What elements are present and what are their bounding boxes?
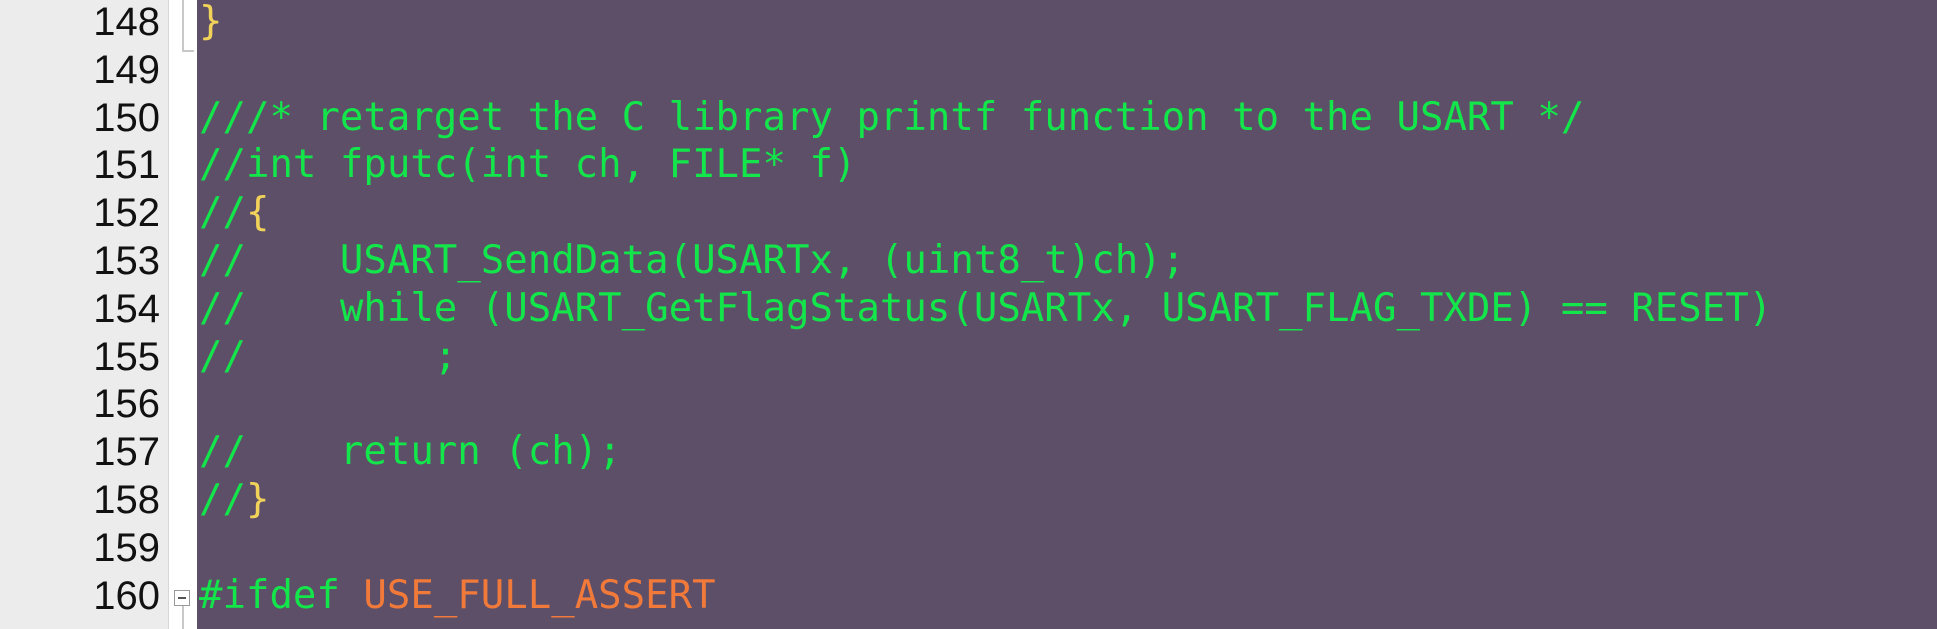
line-number: 157 — [93, 430, 160, 475]
code-line[interactable]: #ifdef USE_FULL_ASSERT — [199, 572, 716, 620]
code-line[interactable]: // return (ch); — [199, 428, 622, 476]
line-number: 154 — [93, 286, 160, 331]
code-line[interactable]: // ; — [199, 333, 457, 381]
code-line[interactable]: } — [199, 0, 222, 46]
code-line[interactable]: ///* retarget the C library printf funct… — [199, 94, 1584, 142]
fold-guide-line — [182, 606, 184, 629]
fold-collapse-icon[interactable] — [174, 590, 190, 606]
comment-token: // USART_SendData(USARTx, (uint8_t)ch); — [199, 238, 1186, 283]
line-number: 156 — [93, 382, 160, 427]
line-number: 151 — [93, 143, 160, 188]
fold-guide-line — [182, 0, 184, 50]
brace-token: { — [245, 190, 270, 236]
fold-end-marker — [182, 50, 194, 52]
code-line[interactable]: //{ — [199, 189, 269, 237]
comment-token: //int fputc(int ch, FILE* f) — [199, 142, 857, 188]
comment-token: // ; — [199, 333, 458, 379]
fold-margin — [169, 0, 197, 629]
line-number: 153 — [93, 239, 160, 283]
line-number: 150 — [93, 95, 160, 140]
brace-token: } — [199, 0, 223, 44]
line-number: 155 — [93, 334, 160, 379]
code-line[interactable]: // while (USART_GetFlagStatus(USARTx, US… — [199, 285, 1772, 333]
brace-token: } — [245, 477, 270, 522]
line-number: 149 — [93, 47, 160, 92]
comment-token: // — [199, 190, 246, 236]
comment-token: ///* retarget the C library printf funct… — [199, 94, 1585, 140]
line-number: 158 — [93, 478, 160, 522]
comment-token: #ifdef — [199, 572, 364, 618]
comment-token: // — [199, 477, 246, 522]
code-line[interactable]: //} — [199, 476, 269, 524]
line-number: 152 — [93, 191, 160, 236]
comment-token: // while (USART_GetFlagStatus(USARTx, US… — [199, 285, 1773, 331]
line-number: 148 — [93, 0, 160, 44]
code-text-area[interactable]: } ///* retarget the C library printf func… — [197, 0, 1937, 629]
comment-token: // return (ch); — [199, 429, 622, 475]
line-number: 159 — [93, 525, 160, 570]
code-line[interactable]: // USART_SendData(USARTx, (uint8_t)ch); — [199, 237, 1185, 285]
macro-token: USE_FULL_ASSERT — [363, 572, 716, 618]
line-number-gutter: 148 149 150 151 152 153 154 155 156 157 158 159 160 — [0, 0, 169, 629]
code-line[interactable]: //int fputc(int ch, FILE* f) — [199, 141, 856, 189]
code-editor[interactable]: 148 149 150 151 152 153 154 155 156 157 158 159 160 … — [0, 0, 1937, 629]
line-number: 160 — [93, 573, 160, 618]
